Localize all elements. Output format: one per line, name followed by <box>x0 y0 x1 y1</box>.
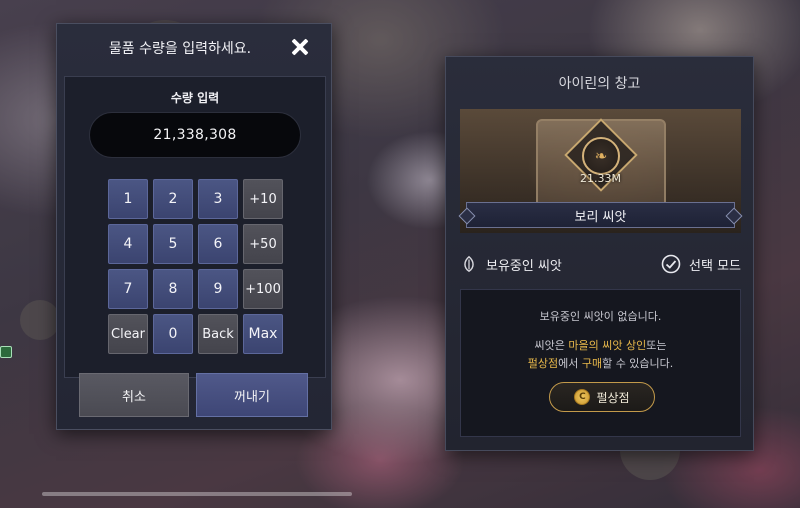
item-name-plate: 보리 씨앗 <box>466 202 735 228</box>
barley-seed-icon: ❧ <box>582 137 620 175</box>
panel-title: 아이린의 창고 <box>558 76 641 92</box>
numpad-key[interactable]: 3 <box>198 179 238 219</box>
numpad-key[interactable]: Back <box>198 314 238 354</box>
numpad-key[interactable]: 1 <box>108 179 148 219</box>
map-marker-icon[interactable] <box>0 346 12 358</box>
numpad-key[interactable]: 6 <box>198 224 238 264</box>
coin-icon: C <box>574 389 591 405</box>
quantity-input-dialog: 물품 수량을 입력하세요. 수량 입력 21,338,308 1 2 3 +10 4 5 6… <box>56 23 332 430</box>
dialog-body: 수량 입력 21,338,308 1 2 3 +10 4 5 6 +50 7 8 9 +100 Clea… <box>64 76 326 378</box>
filter-row: 보유중인 씨앗 선택 모드 <box>460 252 741 276</box>
numpad-key[interactable]: 4 <box>108 224 148 264</box>
cancel-button[interactable]: 취소 <box>79 373 189 417</box>
numpad-key[interactable]: 0 <box>153 314 193 354</box>
mode-label: 선택 모드 <box>689 258 741 274</box>
pearl-shop-button[interactable]: C 펄상점 <box>549 382 655 412</box>
numpad-key[interactable]: 2 <box>153 179 193 219</box>
numpad-key[interactable]: +100 <box>243 269 283 309</box>
numpad-key[interactable]: Max <box>243 314 283 354</box>
purchase-info: 씨앗은 마을의 씨앗 상인또는 펄상점에서 구매할 수 있습니다. <box>461 337 740 373</box>
empty-message: 보유중인 씨앗이 없습니다. <box>539 310 662 323</box>
horizontal-scrollbar[interactable] <box>42 492 352 496</box>
withdraw-button[interactable]: 꺼내기 <box>196 373 308 417</box>
numpad-key[interactable]: 5 <box>153 224 193 264</box>
numpad-key[interactable]: +10 <box>243 179 283 219</box>
close-icon[interactable] <box>289 36 311 58</box>
check-circle-icon <box>661 254 681 274</box>
numpad-key[interactable]: +50 <box>243 224 283 264</box>
item-quantity: 21.33M <box>580 172 621 185</box>
numpad-key[interactable]: 9 <box>198 269 238 309</box>
filter-label: 보유중인 씨앗 <box>486 258 562 274</box>
info-line-2: 펄상점에서 구매할 수 있습니다. <box>527 357 674 370</box>
owned-seeds-filter[interactable]: 보유중인 씨앗 <box>460 255 562 274</box>
select-mode-toggle[interactable]: 선택 모드 <box>661 254 741 274</box>
quantity-field[interactable]: 21,338,308 <box>89 112 301 158</box>
info-line-1: 씨앗은 마을의 씨앗 상인또는 <box>534 339 667 352</box>
pearl-shop-label: 펄상점 <box>596 390 630 405</box>
warehouse-panel: 아이린의 창고 ❧ 21.33M 보리 씨앗 보유중인 씨앗 선택 모드 보유중… <box>445 56 754 451</box>
numpad-key[interactable]: Clear <box>108 314 148 354</box>
numpad: 1 2 3 +10 4 5 6 +50 7 8 9 +100 Clear 0 Back Max <box>108 179 283 354</box>
dialog-button-row: 취소 꺼내기 <box>79 373 309 417</box>
quantity-label: 수량 입력 <box>170 91 220 105</box>
numpad-key[interactable]: 8 <box>153 269 193 309</box>
seed-icon <box>460 255 478 273</box>
seed-list-empty-state: 보유중인 씨앗이 없습니다. 씨앗은 마을의 씨앗 상인또는 펄상점에서 구매할… <box>460 289 741 437</box>
numpad-key[interactable]: 7 <box>108 269 148 309</box>
